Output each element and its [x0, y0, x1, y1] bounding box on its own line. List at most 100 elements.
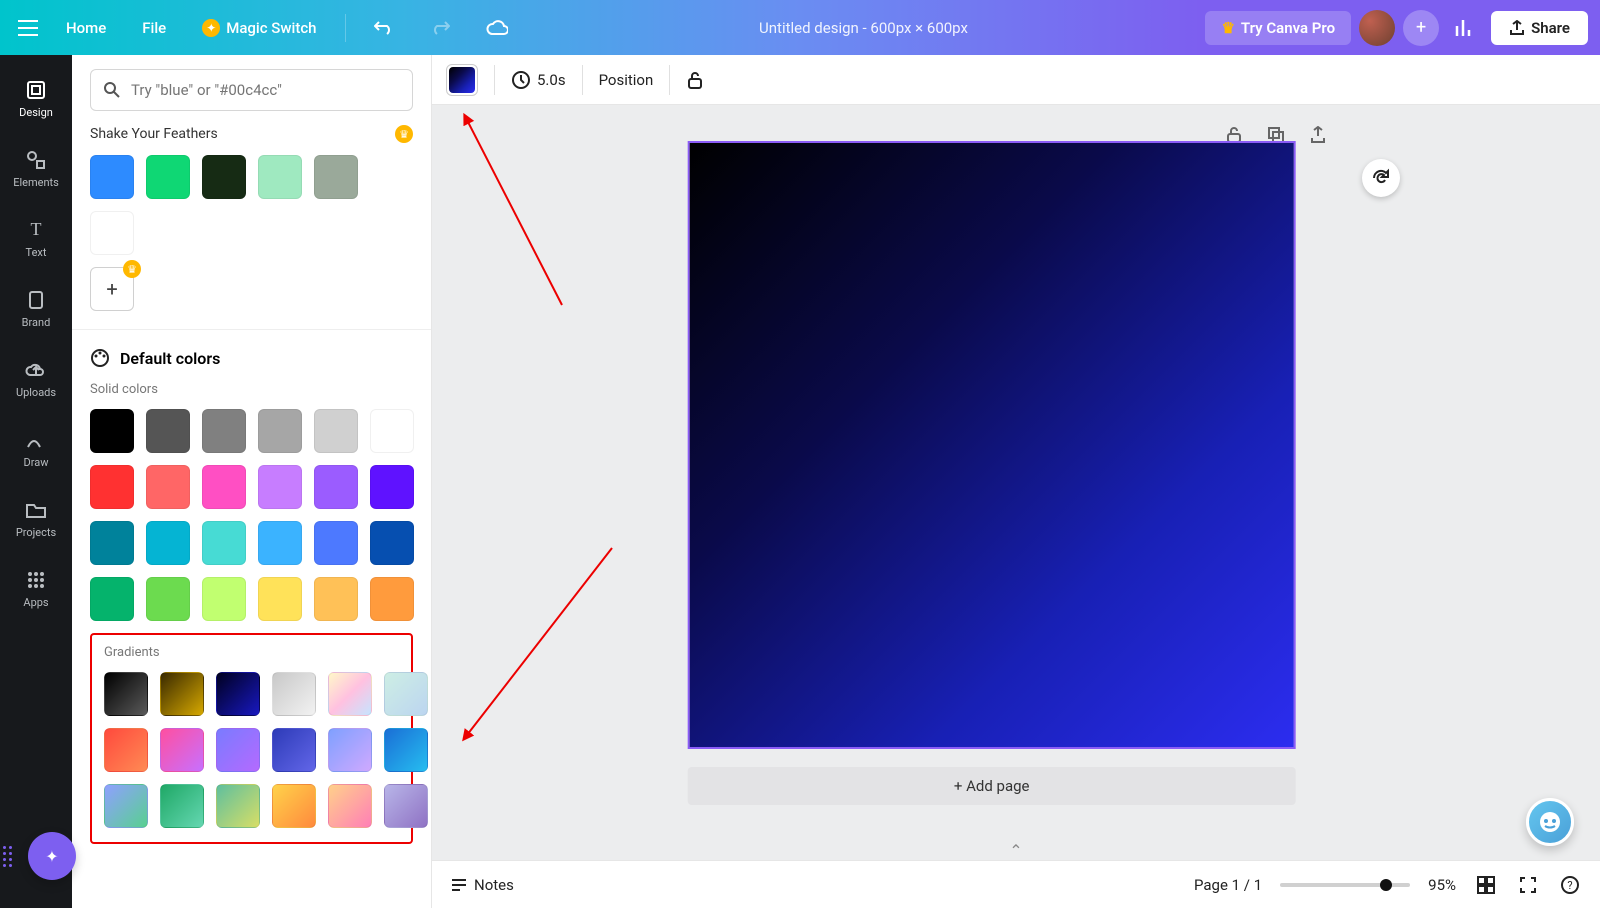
color-search[interactable] [90, 69, 413, 111]
zoom-thumb[interactable] [1380, 879, 1392, 891]
gradient-swatch[interactable] [104, 784, 148, 828]
solid-swatch[interactable] [90, 465, 134, 509]
rail-apps[interactable]: Apps [0, 553, 72, 623]
gradient-swatch[interactable] [216, 728, 260, 772]
solid-swatch[interactable] [314, 465, 358, 509]
rail-text[interactable]: TText [0, 203, 72, 273]
bottom-bar: Notes Page 1 / 1 95% ? [432, 860, 1600, 908]
solid-swatch[interactable] [202, 409, 246, 453]
solid-swatch[interactable] [258, 521, 302, 565]
solid-swatch[interactable] [314, 409, 358, 453]
rail-draw[interactable]: Draw [0, 413, 72, 483]
solid-swatch[interactable] [314, 577, 358, 621]
gradient-swatch[interactable] [272, 672, 316, 716]
add-page-button[interactable]: + Add page [688, 767, 1296, 805]
avatar[interactable] [1359, 10, 1395, 46]
palette-swatch[interactable] [314, 155, 358, 199]
position-button[interactable]: Position [599, 71, 654, 89]
rail-label: Brand [22, 316, 51, 329]
magic-fab[interactable]: ✦ [28, 832, 76, 880]
canvas-page[interactable] [688, 141, 1296, 749]
design-title[interactable]: Untitled design - 600px × 600px [530, 19, 1198, 37]
solid-swatch[interactable] [146, 521, 190, 565]
rail-elements[interactable]: Elements [0, 133, 72, 203]
assistant-button[interactable] [1526, 798, 1574, 846]
solid-swatch[interactable] [90, 409, 134, 453]
rail-brand[interactable]: Brand [0, 273, 72, 343]
solid-swatch[interactable] [90, 521, 134, 565]
solid-swatch[interactable] [370, 521, 414, 565]
redo-button[interactable] [416, 14, 464, 42]
divider [72, 329, 431, 330]
gradient-swatch[interactable] [160, 728, 204, 772]
zoom-slider[interactable] [1280, 883, 1410, 887]
gradient-swatch[interactable] [328, 784, 372, 828]
menu-icon[interactable] [12, 12, 44, 44]
file-button[interactable]: File [128, 13, 180, 43]
solid-swatch[interactable] [370, 409, 414, 453]
drag-handle[interactable] [0, 836, 12, 876]
solid-swatch[interactable] [370, 465, 414, 509]
share-button[interactable]: Share [1491, 11, 1588, 45]
gradient-swatch[interactable] [272, 728, 316, 772]
solid-swatch[interactable] [314, 521, 358, 565]
gradient-swatch[interactable] [384, 728, 428, 772]
home-button[interactable]: Home [52, 13, 120, 43]
solid-swatch[interactable] [146, 409, 190, 453]
palette-swatch[interactable] [90, 155, 134, 199]
palette-swatch[interactable] [202, 155, 246, 199]
fullscreen-icon[interactable] [1516, 873, 1540, 897]
duration-button[interactable]: 5.0s [511, 70, 566, 90]
add-color-button[interactable]: + ♛ [90, 267, 134, 311]
solid-swatch[interactable] [146, 465, 190, 509]
rail-label: Design [19, 106, 53, 119]
palette-swatch[interactable] [258, 155, 302, 199]
undo-button[interactable] [360, 14, 408, 42]
rail-design[interactable]: Design [0, 63, 72, 133]
gradient-swatch[interactable] [216, 784, 260, 828]
solid-swatch[interactable] [202, 465, 246, 509]
try-pro-button[interactable]: ♛ Try Canva Pro [1205, 11, 1351, 45]
crown-icon: ♛ [1221, 19, 1234, 37]
solid-swatch[interactable] [90, 577, 134, 621]
rail-projects[interactable]: Projects [0, 483, 72, 553]
insights-button[interactable] [1447, 10, 1483, 46]
expand-timeline-icon[interactable]: ⌃ [1009, 841, 1022, 860]
page-export-icon[interactable] [1306, 123, 1330, 147]
gradient-swatch[interactable] [216, 672, 260, 716]
solid-swatch[interactable] [370, 577, 414, 621]
gradient-swatch[interactable] [384, 672, 428, 716]
gradient-swatch[interactable] [104, 672, 148, 716]
rail-uploads[interactable]: Uploads [0, 343, 72, 413]
notes-button[interactable]: Notes [450, 876, 514, 894]
regenerate-button[interactable] [1362, 159, 1400, 197]
invite-button[interactable]: + [1403, 10, 1439, 46]
gradient-swatch[interactable] [328, 728, 372, 772]
solid-swatch[interactable] [202, 577, 246, 621]
gradient-swatch[interactable] [104, 728, 148, 772]
grid-view-icon[interactable] [1474, 873, 1498, 897]
gradient-swatch[interactable] [328, 672, 372, 716]
gradient-swatch[interactable] [272, 784, 316, 828]
palette-swatch[interactable] [90, 211, 134, 255]
zoom-value[interactable]: 95% [1428, 876, 1456, 894]
solid-swatch[interactable] [258, 577, 302, 621]
color-search-input[interactable] [131, 81, 400, 99]
left-rail: Design Elements TText Brand Uploads Draw… [0, 55, 72, 908]
gradients-label: Gradients [104, 645, 399, 660]
cloud-sync-icon[interactable] [472, 14, 522, 42]
solid-swatch[interactable] [202, 521, 246, 565]
background-color-button[interactable] [446, 64, 478, 96]
solid-swatch[interactable] [258, 465, 302, 509]
divider [494, 65, 495, 95]
help-icon[interactable]: ? [1558, 873, 1582, 897]
solid-swatch[interactable] [146, 577, 190, 621]
gradient-swatch[interactable] [160, 672, 204, 716]
solid-swatch[interactable] [258, 409, 302, 453]
gradient-swatch[interactable] [384, 784, 428, 828]
lock-button[interactable] [686, 70, 704, 90]
palette-swatch[interactable] [146, 155, 190, 199]
page-indicator[interactable]: Page 1 / 1 [1194, 876, 1262, 894]
magic-switch-button[interactable]: ✦ Magic Switch [188, 13, 330, 43]
gradient-swatch[interactable] [160, 784, 204, 828]
